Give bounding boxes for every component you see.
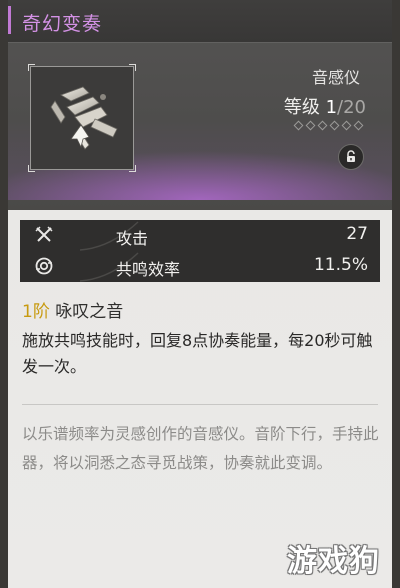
rectifier-weapon-icon <box>50 86 118 150</box>
level-max: /20 <box>337 97 366 118</box>
rank-diamond-icon <box>317 120 328 131</box>
stats-panel: 攻击 27 共鸣效率 11.5% <box>20 220 380 282</box>
resonance-efficiency-icon <box>35 257 53 275</box>
stat-label: 攻击 <box>116 229 149 248</box>
frame-corner <box>28 64 35 71</box>
passive-skill: 1阶 咏叹之音 施放共鸣技能时，回复8点协奏能量，每20秒可触发一次。 <box>22 300 382 380</box>
site-watermark: 游戏狗 <box>287 544 380 579</box>
passive-description: 施放共鸣技能时，回复8点协奏能量，每20秒可触发一次。 <box>22 331 373 376</box>
rank-diamonds <box>293 120 364 131</box>
stat-row-attack: 攻击 27 <box>20 220 380 251</box>
rank-diamond-icon <box>353 120 364 131</box>
section-divider <box>22 404 378 405</box>
passive-name: 咏叹之音 <box>55 302 124 322</box>
level-indicator: 等级 1/20 <box>284 93 366 119</box>
stat-value: 27 <box>346 224 368 244</box>
rank-diamond-icon <box>293 120 304 131</box>
frame-corner <box>28 165 35 172</box>
unlock-icon <box>347 150 355 162</box>
level-current: 1 <box>325 97 338 118</box>
rank-diamond-icon <box>341 120 352 131</box>
stat-row-resonance-efficiency: 共鸣效率 11.5% <box>20 251 380 282</box>
weapon-thumbnail <box>28 64 136 172</box>
stat-label: 共鸣效率 <box>116 260 181 279</box>
frame-corner <box>129 165 136 172</box>
item-detail-card: 奇幻变奏 音感仪 等级 1/20 攻击 27 共鸣效率 11.5% 1阶 咏叹之… <box>8 0 392 588</box>
item-title: 奇幻变奏 <box>22 13 103 35</box>
item-type-label: 音感仪 <box>311 68 360 87</box>
lock-button[interactable] <box>338 144 364 170</box>
frame-corner <box>129 64 136 71</box>
passive-rank: 1阶 <box>22 302 50 322</box>
level-prefix: 等级 <box>283 97 320 118</box>
stat-value: 11.5% <box>313 255 368 275</box>
lore-text: 以乐谱频率为灵感创作的音感仪。音阶下行，手持此器，将以洞悉之态寻觅战策，协奏就此… <box>22 425 379 472</box>
rank-diamond-icon <box>329 120 340 131</box>
title-accent-bar <box>8 6 11 34</box>
rank-diamond-icon <box>305 120 316 131</box>
passive-title: 1阶 咏叹之音 <box>22 300 382 324</box>
title-bar: 奇幻变奏 <box>8 0 392 43</box>
attack-icon <box>35 226 53 242</box>
